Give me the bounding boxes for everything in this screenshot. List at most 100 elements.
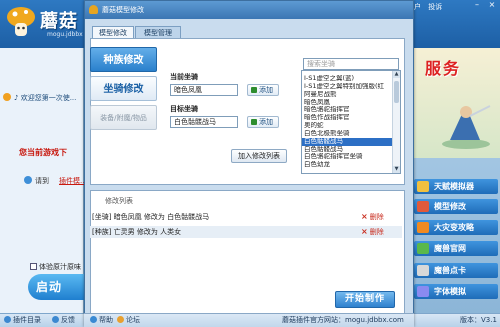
mushroom-icon [89,5,98,14]
delete-label: 删除 [369,213,384,221]
tab-model-modify[interactable]: 模型修改 [92,26,134,38]
right-menu-label: 字体模拟 [434,287,466,296]
game-character-image [442,105,491,149]
right-menu-model-modify[interactable]: 模型修改 [414,199,498,214]
mount-list-scrollbar[interactable]: ▲ ▼ [392,71,400,173]
start-make-button[interactable]: 开始制作 [335,291,395,308]
current-mount-field[interactable]: 暗色凤凰 [170,84,238,96]
mount-search-input[interactable]: 搜索坐骑 [303,58,399,70]
current-mount-label: 当前坐骑 [170,73,198,81]
mushroom-logo-icon [7,7,35,36]
add-label: 添加 [259,86,273,94]
add-target-mount-button[interactable]: 添加 [247,116,279,128]
right-menu-label: 大灾变攻略 [434,223,474,232]
plugin-dir-link[interactable]: 插件目录 [4,315,41,325]
modify-list-row[interactable]: [坐骑] 暗色凤凰 修改为 白色骷髅战马 × 删除 [90,211,402,223]
forum-icon [117,316,124,323]
modify-list-row[interactable]: [种族] 亡灵男 修改为 人类女 × 删除 [90,226,402,238]
plus-icon [251,87,257,93]
mount-list-item[interactable]: 暗色凤凰 [302,99,394,107]
equipment-modify-button[interactable]: 装备/附魔/物品 [90,105,157,130]
mount-list-item[interactable]: 白色幼龙 [302,161,394,169]
folder-icon [4,316,11,323]
font-icon [417,286,429,297]
mount-list-item[interactable]: I-S1虚空之翼特别加强版(红 [302,83,394,91]
target-mount-label: 目标坐骑 [170,105,198,113]
target-mount-field[interactable]: 白色骷髅战马 [170,116,238,128]
checkbox-icon[interactable] [30,263,37,270]
add-current-mount-button[interactable]: 添加 [247,84,279,96]
talent-icon [417,181,429,192]
add-to-list-button[interactable]: 加入修改列表 [231,149,287,163]
delete-button[interactable]: × 删除 [361,211,384,223]
delete-x-icon: × [361,227,368,236]
delete-label: 删除 [369,228,384,236]
modify-list-title: 修改列表 [103,196,135,206]
launch-button[interactable]: 启动 [28,274,85,300]
right-menu-label: 魔兽点卡 [434,266,466,275]
race-modify-button[interactable]: 种族修改 [90,47,157,72]
tab-model-manage[interactable]: 模型管理 [135,26,181,38]
mount-list-item[interactable]: 阿曼尼战熊 [302,91,394,99]
right-menu-label: 模型修改 [434,202,466,211]
modify-list-row-text: [种族] 亡灵男 修改为 人类女 [92,228,182,236]
mount-list[interactable]: I-S1虚空之翼(蓝) I-S1虚空之翼特别加强版(红 阿曼尼战熊 暗色凤凰 暗色骆驼指… [301,70,401,174]
current-game-text: 您当前游戏下 [19,148,67,157]
right-menu-label: 天赋模拟器 [434,182,474,191]
modify-list-row-text: [坐骑] 暗色凤凰 修改为 白色骷髅战马 [92,213,210,221]
version-text: 版本：V3.1 [460,316,497,324]
mount-list-items: I-S1虚空之翼(蓝) I-S1虚空之翼特别加强版(红 阿曼尼战熊 暗色凤凰 暗色骆驼指… [302,75,394,169]
dialog-title: 蘑菇模型修改 [102,6,144,14]
mount-list-item[interactable]: 白色骷髅战马 [302,137,394,146]
right-menu-official-site[interactable]: 魔兽官网 [414,241,498,256]
app-logo-text: 蘑菇 [40,11,78,32]
mount-list-item[interactable]: 奥的蛇 [302,122,394,130]
scroll-thumb[interactable] [394,81,399,103]
top-link-complaint[interactable]: 投诉 [428,3,442,11]
right-menu-game-card[interactable]: 魔兽点卡 [414,263,498,278]
notice-icon [3,93,11,101]
forum-label: 论坛 [126,316,140,324]
add-label: 添加 [259,118,273,126]
model-icon [417,201,429,212]
delete-x-icon: × [361,212,368,221]
mount-list-item[interactable]: 白色骆驼指挥官坐骑 [302,153,394,161]
card-icon [417,265,429,276]
official-site-text[interactable]: 蘑菇插件官方网站：mogu.jdbbx.com [282,315,404,325]
experience-checkbox-label: 体验原汁原味 [39,263,81,271]
help-icon [90,316,97,323]
right-menu-talent-simulator[interactable]: 天赋模拟器 [414,179,498,194]
feedback-icon [52,316,59,323]
right-menu-label: 魔兽官网 [434,244,466,253]
top-links: 户 投诉 [414,2,447,12]
mount-modify-button[interactable]: 坐骑修改 [90,76,157,101]
delete-button[interactable]: × 删除 [361,226,384,238]
feedback-link[interactable]: 反馈 [52,315,75,325]
guide-icon [417,222,429,233]
mount-list-item[interactable]: 暗色作战指挥官 [302,114,394,122]
plugin-dir-label: 插件目录 [13,316,41,324]
gear-icon [24,176,32,184]
top-link-account[interactable]: 户 [414,3,421,11]
welcome-text: ♪ 欢迎您第一次使... [14,94,77,102]
experience-checkbox[interactable]: 体验原汁原味 [30,262,81,272]
app-logo-subtitle: mogu.jdbbx [47,31,83,38]
mount-list-item[interactable]: 暗色骆驼指挥官 [302,106,394,114]
mount-list-item[interactable]: 白色北极熊坐骑 [302,130,394,138]
globe-icon [417,243,429,254]
mount-list-item[interactable]: I-S1虚空之翼(蓝) [302,75,394,83]
minimize-button[interactable]: – [470,0,484,11]
help-label: 帮助 [99,316,113,324]
please-text: 请到 [35,177,49,185]
help-link[interactable]: 帮助 [90,315,113,325]
scroll-down-icon[interactable]: ▼ [393,166,400,173]
mount-list-item[interactable]: 白色骷髅战马 [302,146,394,154]
right-menu-font-simulator[interactable]: 字体模拟 [414,284,498,299]
scroll-up-icon[interactable]: ▲ [393,71,400,78]
plugin-link[interactable]: 插件模... [59,176,87,186]
forum-link[interactable]: 论坛 [117,315,140,325]
close-button[interactable]: × [485,0,499,11]
ad-banner-text: 服务 [425,59,462,78]
right-menu-cataclysm-guide[interactable]: 大灾变攻略 [414,220,498,235]
plus-icon [251,119,257,125]
